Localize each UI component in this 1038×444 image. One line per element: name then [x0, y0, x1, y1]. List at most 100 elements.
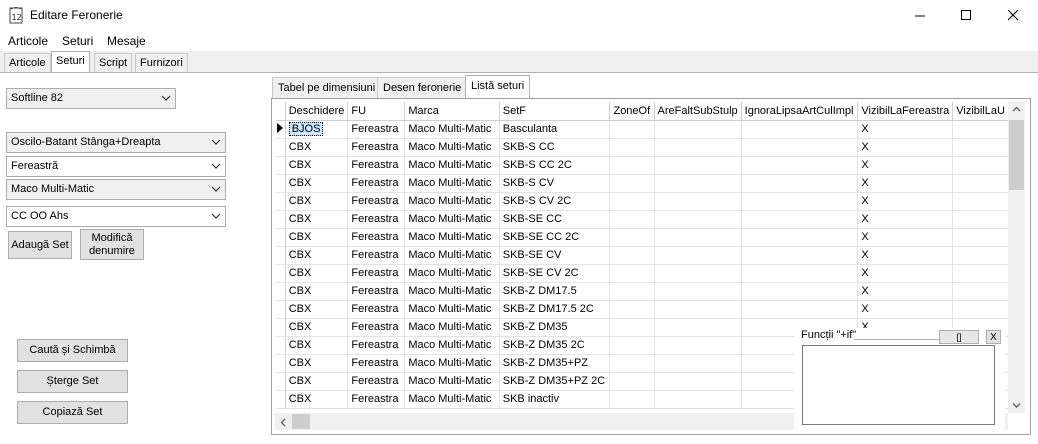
row-header[interactable] [276, 192, 286, 211]
table-cell[interactable] [741, 156, 859, 175]
table-cell[interactable]: Fereastra [347, 300, 406, 319]
table-cell[interactable] [609, 138, 655, 157]
table-cell[interactable]: CBX [285, 372, 349, 391]
table-cell[interactable] [654, 282, 742, 301]
table-cell[interactable]: Fereastra [347, 336, 406, 355]
table-cell[interactable]: CBX [285, 354, 349, 373]
table-cell[interactable] [654, 354, 742, 373]
table-cell[interactable]: SKB-SE CC [499, 210, 611, 229]
table-cell[interactable]: Maco Multi-Matic [404, 210, 500, 229]
profile-select[interactable]: Softline 82 [6, 88, 176, 109]
table-cell[interactable] [609, 246, 655, 265]
table-cell[interactable]: CBX [285, 390, 349, 409]
table-cell[interactable] [654, 318, 742, 337]
column-header[interactable]: Deschidere [285, 102, 349, 121]
table-cell[interactable] [952, 156, 1009, 175]
tab-articole[interactable]: Articole [4, 53, 51, 72]
table-cell[interactable]: CBX [285, 246, 349, 265]
table-row[interactable]: BJOS Fereastra Maco Multi-Matic Basculanta X [276, 120, 1009, 139]
table-cell[interactable]: CBX [285, 282, 349, 301]
vertical-scroll-thumb[interactable] [1009, 120, 1024, 190]
table-cell[interactable] [952, 228, 1009, 247]
table-cell[interactable] [609, 228, 655, 247]
table-cell[interactable]: CBX [285, 174, 349, 193]
table-cell[interactable]: Basculanta [499, 120, 611, 139]
table-cell[interactable] [741, 138, 859, 157]
table-cell[interactable]: CBX [285, 192, 349, 211]
table-cell[interactable]: SKB-Z DM35+PZ 2C [499, 372, 611, 391]
table-cell[interactable] [952, 192, 1009, 211]
column-header[interactable]: FU [347, 102, 406, 121]
table-cell[interactable]: Maco Multi-Matic [404, 318, 500, 337]
table-cell[interactable]: X [857, 300, 954, 319]
table-cell[interactable]: SKB-S CV 2C [499, 192, 611, 211]
table-cell[interactable]: CBX [285, 228, 349, 247]
menu-articole[interactable]: Articole [8, 34, 48, 48]
minimize-button[interactable] [897, 0, 943, 31]
column-header[interactable]: ZoneOf [609, 102, 655, 121]
table-cell[interactable]: X [857, 210, 954, 229]
table-cell[interactable]: Maco Multi-Matic [404, 138, 500, 157]
column-header[interactable]: AreFaltSubStulp [654, 102, 742, 121]
table-cell[interactable]: Fereastra [347, 120, 406, 139]
table-cell[interactable]: Fereastra [347, 318, 406, 337]
column-header[interactable]: Marca [404, 102, 500, 121]
table-row[interactable]: CBX Fereastra Maco Multi-Matic SKB-SE CC X [276, 210, 1009, 229]
row-header[interactable] [276, 210, 286, 229]
table-cell[interactable] [654, 228, 742, 247]
table-cell[interactable] [609, 354, 655, 373]
table-cell[interactable]: X [857, 282, 954, 301]
table-row[interactable]: CBX Fereastra Maco Multi-Matic SKB-SE CV X [276, 246, 1009, 265]
table-cell[interactable]: BJOS [285, 120, 349, 139]
table-cell[interactable]: Maco Multi-Matic [404, 390, 500, 409]
tab-lista-seturi[interactable]: Listă seturi [465, 75, 531, 99]
column-header[interactable]: IgnoraLipsaArtCulImpl [741, 102, 859, 121]
table-cell[interactable] [741, 282, 859, 301]
set-select[interactable]: CC OO Ahs [6, 206, 226, 227]
table-cell[interactable]: Maco Multi-Matic [404, 174, 500, 193]
table-cell[interactable]: SKB inactiv [499, 390, 611, 409]
table-cell[interactable]: SKB-S CC 2C [499, 156, 611, 175]
table-cell[interactable]: Fereastra [347, 390, 406, 409]
table-cell[interactable]: SKB-S CV [499, 174, 611, 193]
table-cell[interactable]: Maco Multi-Matic [404, 264, 500, 283]
row-header[interactable] [276, 354, 286, 373]
table-cell[interactable] [609, 372, 655, 391]
table-cell[interactable] [654, 192, 742, 211]
row-header[interactable] [276, 264, 286, 283]
table-cell[interactable] [952, 120, 1009, 139]
table-cell[interactable] [654, 390, 742, 409]
table-cell[interactable]: CBX [285, 138, 349, 157]
table-cell[interactable]: SKB-Z DM35 [499, 318, 611, 337]
horizontal-scroll-thumb[interactable] [292, 414, 310, 429]
table-cell[interactable] [609, 282, 655, 301]
table-cell[interactable] [609, 300, 655, 319]
find-replace-button[interactable]: Caută și Schimbă [17, 339, 128, 362]
row-header[interactable] [276, 246, 286, 265]
table-cell[interactable]: X [857, 264, 954, 283]
table-cell[interactable]: X [857, 174, 954, 193]
type-select[interactable]: Fereastră [6, 156, 226, 177]
table-cell[interactable]: Fereastra [347, 156, 406, 175]
table-cell[interactable]: CBX [285, 264, 349, 283]
table-cell[interactable] [741, 300, 859, 319]
table-cell[interactable]: Maco Multi-Matic [404, 300, 500, 319]
row-header[interactable] [276, 174, 286, 193]
row-header[interactable] [276, 300, 286, 319]
copy-set-button[interactable]: Copiază Set [17, 401, 128, 424]
scroll-down-icon[interactable] [1012, 402, 1021, 409]
table-cell[interactable]: SKB-SE CV 2C [499, 264, 611, 283]
row-header[interactable] [276, 372, 286, 391]
table-cell[interactable]: CBX [285, 300, 349, 319]
table-cell[interactable] [952, 246, 1009, 265]
row-header[interactable] [276, 156, 286, 175]
table-cell[interactable] [741, 210, 859, 229]
table-cell[interactable]: Maco Multi-Matic [404, 282, 500, 301]
rename-button[interactable]: Modifică denumire [80, 229, 144, 260]
table-cell[interactable] [952, 264, 1009, 283]
table-cell[interactable] [609, 192, 655, 211]
table-cell[interactable] [654, 210, 742, 229]
row-header[interactable] [276, 318, 286, 337]
table-cell[interactable] [741, 264, 859, 283]
table-cell[interactable]: CBX [285, 318, 349, 337]
